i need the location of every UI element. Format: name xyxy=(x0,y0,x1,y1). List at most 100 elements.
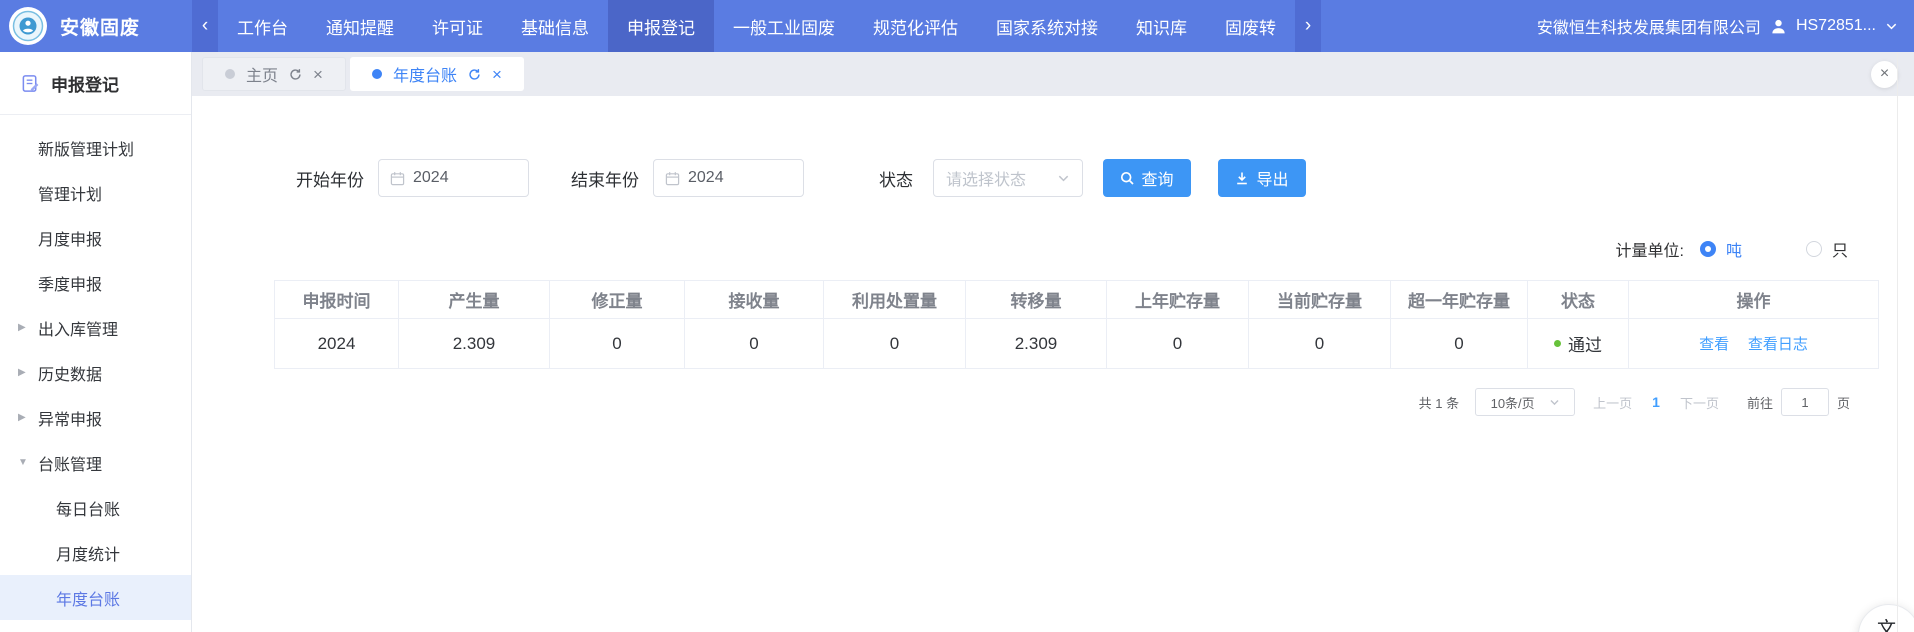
cell-received: 0 xyxy=(685,319,824,369)
ledger-table: 申报时间 产生量 修正量 接收量 利用处置量 转移量 上年贮存量 当前贮存量 超… xyxy=(274,280,1879,369)
nav-item-basic-info[interactable]: 基础信息 xyxy=(502,0,608,52)
close-icon: × xyxy=(1880,65,1889,83)
tab-annual-ledger[interactable]: 年度台账 × xyxy=(350,57,524,91)
app-title: 安徽固废 xyxy=(60,13,140,40)
unit-row: 计量单位: 吨 只 xyxy=(274,237,1848,261)
goto-page-input[interactable] xyxy=(1781,388,1829,416)
search-button[interactable]: 查询 xyxy=(1103,159,1191,197)
prev-page-button[interactable]: 上一页 xyxy=(1593,393,1632,412)
filter-row: 开始年份 结束年份 状态 请选择状态 查询 xyxy=(296,159,1878,197)
col-utilized-disposed: 利用处置量 xyxy=(824,281,966,319)
nav-scroll-right-button[interactable]: › xyxy=(1295,0,1321,52)
unit-radio-ton[interactable]: 吨 xyxy=(1700,237,1742,261)
top-navbar: 安徽固废 ‹ 工作台 通知提醒 许可证 基础信息 申报登记 一般工业固废 规范化… xyxy=(0,0,1914,52)
translate-icon: 文 xyxy=(1877,614,1896,632)
nav-item-workbench[interactable]: 工作台 xyxy=(218,0,307,52)
status-select[interactable]: 请选择状态 xyxy=(933,159,1083,197)
col-declare-time: 申报时间 xyxy=(275,281,399,319)
unit-radio-piece[interactable]: 只 xyxy=(1806,237,1848,261)
status-placeholder: 请选择状态 xyxy=(946,166,1026,190)
radio-unselected-icon xyxy=(1806,241,1822,257)
expanded-arrow-icon: ▼ xyxy=(18,457,28,468)
tab-label: 主页 xyxy=(246,62,278,86)
end-year-picker[interactable] xyxy=(653,159,804,197)
cell-status: 通过 xyxy=(1528,319,1629,369)
sidebar-item-monthly-stats[interactable]: 月度统计 xyxy=(0,530,191,575)
user-icon xyxy=(1770,18,1787,35)
sidebar-menu: 新版管理计划 管理计划 月度申报 季度申报 ▶出入库管理 ▶历史数据 ▶异常申报… xyxy=(0,115,191,620)
sidebar-item-management-plan[interactable]: 管理计划 xyxy=(0,170,191,215)
end-year-input[interactable] xyxy=(688,169,783,187)
status-badge: 通过 xyxy=(1568,331,1602,356)
user-area: 安徽恒生科技发展集团有限公司 HS72851... xyxy=(1525,0,1914,52)
chevron-left-icon: ‹ xyxy=(202,15,208,37)
nav-item-knowledge-base[interactable]: 知识库 xyxy=(1117,0,1206,52)
col-generated: 产生量 xyxy=(399,281,550,319)
refresh-icon[interactable] xyxy=(468,68,481,81)
col-transferred: 转移量 xyxy=(966,281,1107,319)
collapsed-arrow-icon: ▶ xyxy=(18,412,26,423)
view-link[interactable]: 查看 xyxy=(1699,336,1729,353)
user-code[interactable]: HS72851... xyxy=(1796,17,1876,35)
nav-item-license[interactable]: 许可证 xyxy=(413,0,502,52)
start-year-input[interactable] xyxy=(413,169,508,187)
cell-corrected: 0 xyxy=(550,319,685,369)
sidebar-item-new-management-plan[interactable]: 新版管理计划 xyxy=(0,125,191,170)
radio-selected-icon xyxy=(1700,241,1716,257)
calendar-icon xyxy=(665,171,680,186)
chevron-down-icon xyxy=(1057,172,1070,185)
tab-home[interactable]: 主页 × xyxy=(202,57,346,91)
start-year-picker[interactable] xyxy=(378,159,529,197)
total-count: 共 1 条 xyxy=(1419,393,1459,412)
unit-label: 计量单位: xyxy=(1616,237,1684,261)
current-page[interactable]: 1 xyxy=(1652,394,1660,410)
sidebar-title: 申报登记 xyxy=(51,71,119,96)
col-over-year-storage: 超一年贮存量 xyxy=(1391,281,1528,319)
col-current-storage: 当前贮存量 xyxy=(1249,281,1391,319)
page-size-select[interactable]: 10条/页 xyxy=(1475,388,1575,416)
nav-menu: 工作台 通知提醒 许可证 基础信息 申报登记 一般工业固废 规范化评估 国家系统… xyxy=(218,0,1295,52)
main-content: 开始年份 结束年份 状态 请选择状态 查询 xyxy=(192,96,1914,632)
download-icon xyxy=(1235,171,1249,185)
sidebar-item-in-out-management[interactable]: ▶出入库管理 xyxy=(0,305,191,350)
user-chevron-down-icon[interactable] xyxy=(1885,20,1898,33)
sidebar-item-quarterly-declaration[interactable]: 季度申报 xyxy=(0,260,191,305)
tab-dot-icon xyxy=(225,69,235,79)
cell-declare-time: 2024 xyxy=(275,319,399,369)
cell-over-year-storage: 0 xyxy=(1391,319,1528,369)
nav-item-general-industrial-waste[interactable]: 一般工业固废 xyxy=(714,0,854,52)
declaration-doc-icon xyxy=(21,74,40,93)
sidebar-item-monthly-declaration[interactable]: 月度申报 xyxy=(0,215,191,260)
nav-item-waste-transfer[interactable]: 固废转 xyxy=(1206,0,1295,52)
scrollbar-track-line xyxy=(1897,52,1898,632)
next-page-button[interactable]: 下一页 xyxy=(1680,393,1719,412)
cell-prev-year-storage: 0 xyxy=(1107,319,1249,369)
sidebar-header: 申报登记 xyxy=(0,52,191,114)
nav-item-national-system[interactable]: 国家系统对接 xyxy=(977,0,1117,52)
sidebar-item-ledger-management[interactable]: ▼台账管理 xyxy=(0,440,191,485)
sidebar-item-daily-ledger[interactable]: 每日台账 xyxy=(0,485,191,530)
close-all-tabs-button[interactable]: × xyxy=(1871,61,1898,88)
nav-scroll-left-button[interactable]: ‹ xyxy=(192,0,218,52)
status-label: 状态 xyxy=(879,166,913,191)
nav-item-declaration[interactable]: 申报登记 xyxy=(608,0,714,52)
collapsed-arrow-icon: ▶ xyxy=(18,367,26,378)
cell-actions: 查看 查看日志 xyxy=(1629,319,1879,369)
sidebar-item-annual-ledger[interactable]: 年度台账 xyxy=(0,575,191,620)
sidebar-item-abnormal-declaration[interactable]: ▶异常申报 xyxy=(0,395,191,440)
col-status: 状态 xyxy=(1528,281,1629,319)
view-log-link[interactable]: 查看日志 xyxy=(1748,336,1808,353)
app-logo-icon xyxy=(9,7,47,45)
nav-item-notifications[interactable]: 通知提醒 xyxy=(307,0,413,52)
export-button[interactable]: 导出 xyxy=(1218,159,1306,197)
refresh-icon[interactable] xyxy=(289,68,302,81)
status-green-dot-icon xyxy=(1554,340,1561,347)
nav-item-standard-assessment[interactable]: 规范化评估 xyxy=(854,0,977,52)
close-icon[interactable]: × xyxy=(313,66,323,83)
close-icon[interactable]: × xyxy=(492,66,502,83)
col-actions: 操作 xyxy=(1629,281,1879,319)
chevron-right-icon: › xyxy=(1305,15,1311,37)
sidebar-item-history-data[interactable]: ▶历史数据 xyxy=(0,350,191,395)
sidebar: 申报登记 新版管理计划 管理计划 月度申报 季度申报 ▶出入库管理 ▶历史数据 … xyxy=(0,52,192,632)
pagination: 共 1 条 10条/页 上一页 1 下一页 前往 页 xyxy=(274,388,1850,416)
